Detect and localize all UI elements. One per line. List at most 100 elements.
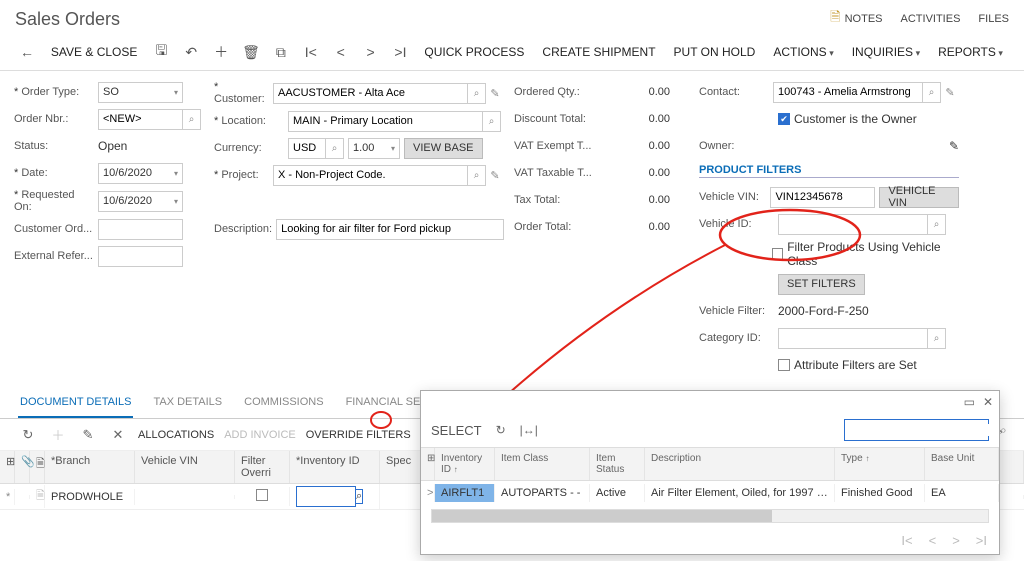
- popup-horizontal-scrollbar[interactable]: [431, 509, 989, 523]
- search-icon[interactable]: ⌕: [923, 82, 941, 103]
- search-icon[interactable]: ⌕: [183, 109, 201, 130]
- view-base-button[interactable]: VIEW BASE: [404, 138, 483, 159]
- tab-commissions[interactable]: COMMISSIONS: [242, 388, 325, 418]
- col-inventory-id[interactable]: Inventory ID ↑: [435, 448, 495, 480]
- search-icon[interactable]: ⌕: [483, 111, 501, 132]
- search-icon[interactable]: ⌕: [356, 489, 363, 504]
- put-on-hold-button[interactable]: PUT ON HOLD: [668, 41, 762, 63]
- quick-process-button[interactable]: QUICK PROCESS: [418, 41, 530, 63]
- search-icon[interactable]: ⌕: [468, 165, 486, 186]
- pager-last-icon[interactable]: >I: [976, 533, 987, 548]
- customer-owner-checkbox[interactable]: ✔: [778, 113, 790, 125]
- add-icon[interactable]: ＋: [209, 40, 233, 64]
- set-filters-button[interactable]: SET FILTERS: [778, 274, 865, 295]
- prev-icon[interactable]: <: [329, 40, 353, 64]
- search-icon[interactable]: ⌕: [928, 214, 946, 235]
- note-icon: 🗎: [830, 8, 840, 30]
- back-icon[interactable]: ←: [15, 40, 39, 64]
- vehicle-filter-value: 2000-Ford-F-250: [778, 304, 869, 318]
- col-branch[interactable]: *Branch: [45, 451, 135, 483]
- cell-inventory-id: AIRFLT1: [435, 484, 495, 502]
- order-nbr-input[interactable]: [98, 109, 183, 130]
- refresh-icon[interactable]: ↻: [18, 427, 38, 443]
- pager-prev-icon[interactable]: <: [929, 533, 937, 548]
- currency-input[interactable]: [288, 138, 326, 159]
- edit-icon[interactable]: ✎: [941, 82, 959, 103]
- inquiries-menu[interactable]: INQUIRIES: [846, 41, 926, 63]
- search-icon[interactable]: ⌕: [995, 423, 1012, 438]
- cell-filter-override-checkbox[interactable]: [256, 489, 268, 501]
- delete-row-icon[interactable]: ✕: [108, 427, 128, 443]
- lookup-row[interactable]: > AIRFLT1 AUTOPARTS - - Active Air Filte…: [421, 481, 999, 505]
- delete-icon[interactable]: 🗑: [239, 40, 263, 64]
- location-input[interactable]: [288, 111, 483, 132]
- files-link[interactable]: FILES: [978, 8, 1009, 30]
- requested-on-picker[interactable]: 10/6/2020: [98, 191, 183, 212]
- filter-class-checkbox[interactable]: [772, 248, 783, 260]
- first-icon[interactable]: I<: [299, 40, 323, 64]
- popup-search-input[interactable]: ⌕: [844, 419, 989, 441]
- pager-first-icon[interactable]: I<: [901, 533, 912, 548]
- customer-ord-label: Customer Ord...: [14, 223, 94, 235]
- vehicle-vin-button[interactable]: VEHICLE VIN: [879, 187, 959, 208]
- attr-filters-checkbox[interactable]: [778, 359, 790, 371]
- contact-input[interactable]: [773, 82, 923, 103]
- vehicle-id-input[interactable]: [778, 214, 928, 235]
- col-inventory-id[interactable]: *Inventory ID: [290, 451, 380, 483]
- col-filter-override[interactable]: Filter Overri: [235, 451, 290, 483]
- save-close-button[interactable]: SAVE & CLOSE: [45, 41, 143, 63]
- col-type[interactable]: Type ↑: [835, 448, 925, 480]
- order-type-select[interactable]: SO: [98, 82, 183, 103]
- date-picker[interactable]: 10/6/2020: [98, 163, 183, 184]
- create-shipment-button[interactable]: CREATE SHIPMENT: [536, 41, 661, 63]
- customer-input[interactable]: [273, 83, 468, 104]
- vat-exempt-value: 0.00: [600, 140, 670, 152]
- edit-icon[interactable]: ✎: [949, 139, 959, 153]
- reports-menu[interactable]: REPORTS: [932, 41, 1009, 63]
- discount-total-label: Discount Total:: [514, 113, 596, 125]
- category-id-input[interactable]: [778, 328, 928, 349]
- edit-icon[interactable]: ✎: [486, 83, 504, 104]
- cell-branch[interactable]: PRODWHOLE: [45, 489, 135, 505]
- vehicle-vin-input[interactable]: [770, 187, 875, 208]
- cell-vin[interactable]: [135, 495, 235, 499]
- undo-icon[interactable]: ↶: [179, 40, 203, 64]
- tab-tax-details[interactable]: TAX DETAILS: [151, 388, 224, 418]
- allocations-link[interactable]: ALLOCATIONS: [138, 429, 214, 441]
- rate-select[interactable]: 1.00: [348, 138, 400, 159]
- customer-label: Customer:: [214, 81, 269, 105]
- pager-next-icon[interactable]: >: [952, 533, 960, 548]
- next-icon[interactable]: >: [359, 40, 383, 64]
- override-filters-link[interactable]: OVERRIDE FILTERS: [306, 429, 411, 441]
- close-icon[interactable]: ✕: [983, 395, 993, 409]
- col-base-unit[interactable]: Base Unit: [925, 448, 999, 480]
- activities-link[interactable]: ACTIVITIES: [901, 8, 961, 30]
- col-description[interactable]: Description: [645, 448, 835, 480]
- edit-row-icon[interactable]: ✎: [78, 427, 98, 443]
- col-vehicle-vin[interactable]: Vehicle VIN: [135, 451, 235, 483]
- col-item-class[interactable]: Item Class: [495, 448, 590, 480]
- edit-icon[interactable]: ✎: [486, 165, 504, 186]
- inventory-lookup-popup: ▭ ✕ SELECT ↻ |↔| ⌕ ⊞ Inventory ID ↑ Item…: [420, 390, 1000, 555]
- tab-document-details[interactable]: DOCUMENT DETAILS: [18, 388, 133, 418]
- search-icon[interactable]: ⌕: [928, 328, 946, 349]
- add-invoice-link: ADD INVOICE: [224, 429, 296, 441]
- maximize-icon[interactable]: ▭: [964, 395, 975, 409]
- customer-ord-input[interactable]: [98, 219, 183, 240]
- actions-menu[interactable]: ACTIONS: [767, 41, 839, 63]
- add-row-icon[interactable]: ＋: [48, 425, 68, 444]
- external-ref-input[interactable]: [98, 246, 183, 267]
- copy-icon[interactable]: ⧉: [269, 40, 293, 64]
- search-icon[interactable]: ⌕: [468, 83, 486, 104]
- project-input[interactable]: [273, 165, 468, 186]
- status-label: Status:: [14, 140, 94, 152]
- inventory-id-cell-input[interactable]: [296, 486, 356, 507]
- refresh-icon[interactable]: ↻: [496, 423, 506, 437]
- save-icon[interactable]: 🖫: [149, 40, 173, 64]
- last-icon[interactable]: >I: [389, 40, 413, 64]
- notes-link[interactable]: 🗎NOTES: [830, 8, 882, 30]
- description-input[interactable]: [276, 219, 504, 240]
- search-icon[interactable]: ⌕: [326, 138, 344, 159]
- fit-columns-icon[interactable]: |↔|: [520, 423, 538, 437]
- col-item-status[interactable]: Item Status: [590, 448, 645, 480]
